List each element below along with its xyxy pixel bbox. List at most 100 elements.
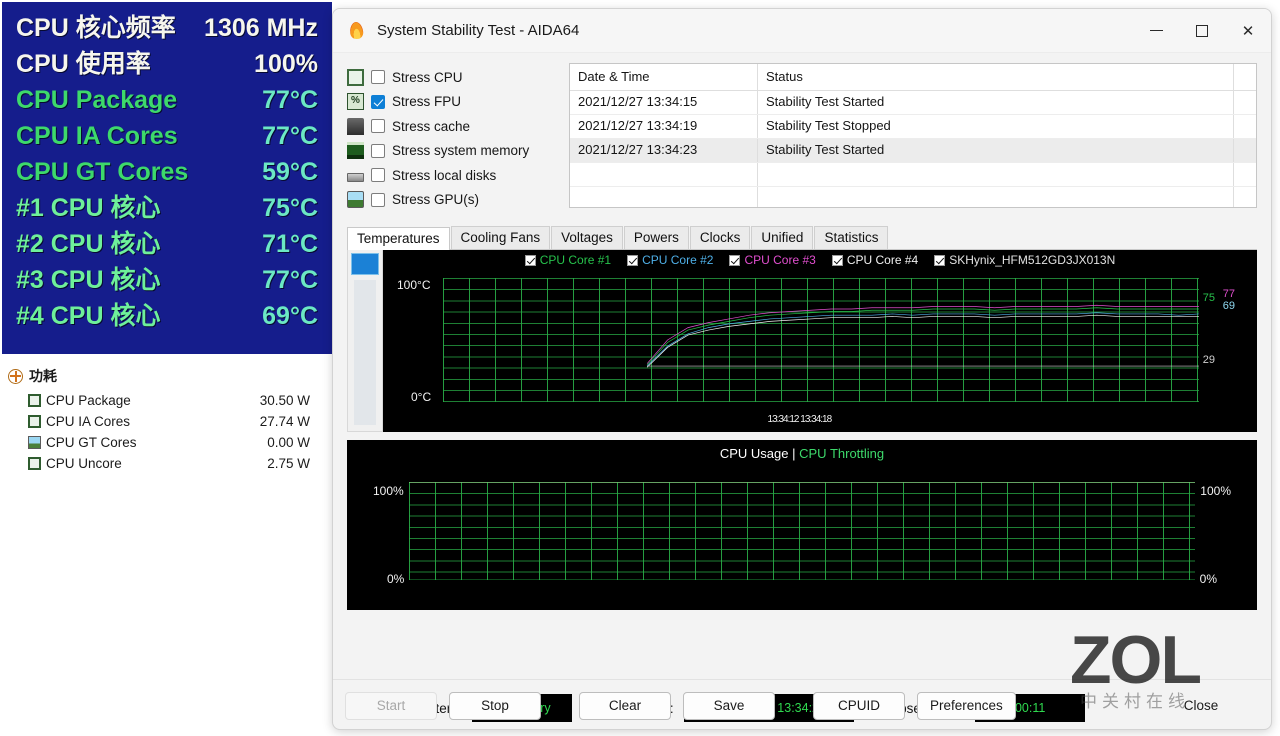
cell-datetime: 2021/12/27 13:34:19 (570, 115, 758, 138)
power-item-label: CPU Uncore (46, 456, 122, 471)
preferences-button[interactable]: Preferences (917, 691, 1016, 720)
stress-option-label: Stress CPU (392, 69, 463, 85)
stress-option-memory[interactable]: Stress system memory (347, 139, 557, 164)
fpu-chip-icon: % (347, 93, 364, 111)
stress-option-gpu[interactable]: Stress GPU(s) (347, 188, 557, 213)
power-icon (8, 368, 23, 384)
osd-value: 77°C (262, 122, 318, 150)
cell-spacer (1234, 139, 1256, 162)
temp-axis-time-label: 13:34:12 13:34:18 (767, 414, 833, 425)
button-bar: Start Stop Clear Save CPUID Preferences … (333, 679, 1271, 729)
stress-fpu-checkbox[interactable] (371, 94, 385, 109)
osd-value: 75°C (262, 194, 318, 222)
close-window-button[interactable]: ✕ (1225, 9, 1271, 53)
chart-scrollbar[interactable] (347, 250, 383, 432)
temp-axis-min-label: 0°C (411, 390, 432, 404)
osd-label: #2 CPU 核心 (16, 230, 161, 258)
legend-checkbox[interactable] (934, 254, 946, 266)
osd-overlay-panel: CPU 核心频率 1306 MHz CPU 使用率 100% CPU Packa… (0, 0, 334, 356)
stress-cpu-checkbox[interactable] (371, 70, 385, 85)
osd-label: #1 CPU 核心 (16, 194, 161, 222)
stress-option-cache[interactable]: Stress cache (347, 114, 557, 139)
top-area: Stress CPU % Stress FPU Stress cache Str… (347, 63, 1257, 212)
legend-checkbox[interactable] (627, 254, 639, 266)
osd-value: 1306 MHz (204, 14, 318, 42)
temperature-plot-lines (443, 278, 1199, 402)
osd-row: CPU GT Cores 59°C (16, 154, 318, 190)
tab-unified[interactable]: Unified (751, 226, 814, 249)
tab-cooling-fans[interactable]: Cooling Fans (450, 226, 551, 249)
legend-label: CPU Core #1 (539, 253, 612, 267)
usage-axis-max-right: 100% (1200, 484, 1231, 498)
stress-option-label: Stress system memory (392, 143, 530, 159)
clear-button[interactable]: Clear (579, 691, 671, 720)
scrollbar-thumb[interactable] (351, 253, 379, 275)
legend-item-core1[interactable]: CPU Core #1 (524, 253, 612, 267)
temperature-chart-legend: CPU Core #1 CPU Core #2 CPU Core #3 CPU … (383, 253, 1257, 267)
temp-value-label-core4: 69 (1222, 300, 1235, 312)
legend-checkbox[interactable] (524, 254, 536, 266)
cpu-square-icon (28, 415, 41, 428)
legend-checkbox[interactable] (729, 254, 741, 266)
temperature-chart-wrapper: CPU Core #1 CPU Core #2 CPU Core #3 CPU … (347, 250, 1257, 432)
start-button[interactable]: Start (345, 691, 437, 720)
legend-item-core3[interactable]: CPU Core #3 (729, 253, 816, 267)
legend-label: SKHynix_HFM512GD3JX013N (949, 253, 1116, 267)
tab-powers[interactable]: Powers (623, 226, 689, 249)
table-row[interactable]: 2021/12/27 13:34:15 Stability Test Start… (570, 91, 1256, 115)
usage-plot-lines (409, 482, 1195, 580)
legend-item-ssd[interactable]: SKHynix_HFM512GD3JX013N (934, 253, 1115, 267)
stress-option-label: Stress local disks (392, 167, 497, 183)
table-row[interactable]: 2021/12/27 13:34:19 Stability Test Stopp… (570, 115, 1256, 139)
power-item-value: 30.50 W (259, 393, 310, 408)
stress-cache-checkbox[interactable] (371, 119, 385, 134)
cpu-square-icon (28, 457, 41, 470)
cell-datetime: 2021/12/27 13:34:15 (570, 91, 758, 114)
maximize-button[interactable] (1179, 9, 1225, 53)
power-item-value: 2.75 W (267, 456, 310, 471)
cell-spacer (1234, 91, 1256, 114)
tab-voltages[interactable]: Voltages (551, 226, 623, 249)
scrollbar-track[interactable] (354, 280, 376, 425)
table-row-empty (570, 163, 1256, 187)
osd-row: #1 CPU 核心 75°C (16, 190, 318, 226)
power-row: CPU Uncore 2.75 W (8, 453, 324, 474)
chart-tabs: Temperatures Cooling Fans Voltages Power… (347, 224, 1257, 250)
legend-item-core2[interactable]: CPU Core #2 (627, 253, 713, 267)
stress-option-cpu[interactable]: Stress CPU (347, 65, 557, 90)
stress-option-disks[interactable]: Stress local disks (347, 163, 557, 188)
legend-label: CPU Core #2 (642, 253, 714, 267)
cell-status: Stability Test Started (758, 91, 1234, 114)
tab-temperatures[interactable]: Temperatures (347, 227, 450, 250)
usage-axis-min-left: 0% (387, 572, 405, 586)
power-row: CPU GT Cores 0.00 W (8, 432, 324, 453)
power-item-label: CPU Package (46, 393, 131, 408)
cache-icon (347, 117, 364, 135)
osd-label: CPU 核心频率 (16, 14, 176, 42)
temperature-chart: CPU Core #1 CPU Core #2 CPU Core #3 CPU … (383, 250, 1257, 432)
stress-option-fpu[interactable]: % Stress FPU (347, 90, 557, 115)
table-row-selected[interactable]: 2021/12/27 13:34:23 Stability Test Start… (570, 139, 1256, 163)
close-button[interactable]: Close (1155, 692, 1247, 720)
stress-gpu-checkbox[interactable] (371, 192, 385, 207)
stress-memory-checkbox[interactable] (371, 143, 385, 158)
legend-checkbox[interactable] (831, 254, 843, 266)
legend-label: CPU Core #3 (744, 253, 816, 267)
table-header-row: Date & Time Status (570, 64, 1256, 91)
stop-button[interactable]: Stop (449, 691, 541, 720)
save-button[interactable]: Save (683, 691, 775, 720)
table-empty-area (570, 187, 1256, 207)
column-header-datetime: Date & Time (570, 64, 758, 90)
tab-clocks[interactable]: Clocks (689, 226, 751, 249)
event-log-table[interactable]: Date & Time Status 2021/12/27 13:34:15 S… (569, 63, 1257, 208)
power-item-value: 27.74 W (259, 414, 310, 429)
legend-item-core4[interactable]: CPU Core #4 (831, 253, 918, 267)
osd-row: #2 CPU 核心 71°C (16, 226, 318, 262)
minimize-button[interactable] (1133, 9, 1179, 53)
osd-label: CPU IA Cores (16, 122, 178, 150)
temp-value-label-core1: 75 (1202, 292, 1215, 304)
usage-axis-max-left: 100% (373, 484, 404, 498)
stress-disks-checkbox[interactable] (371, 168, 385, 183)
cpuid-button[interactable]: CPUID (813, 691, 905, 720)
tab-statistics[interactable]: Statistics (814, 226, 889, 249)
